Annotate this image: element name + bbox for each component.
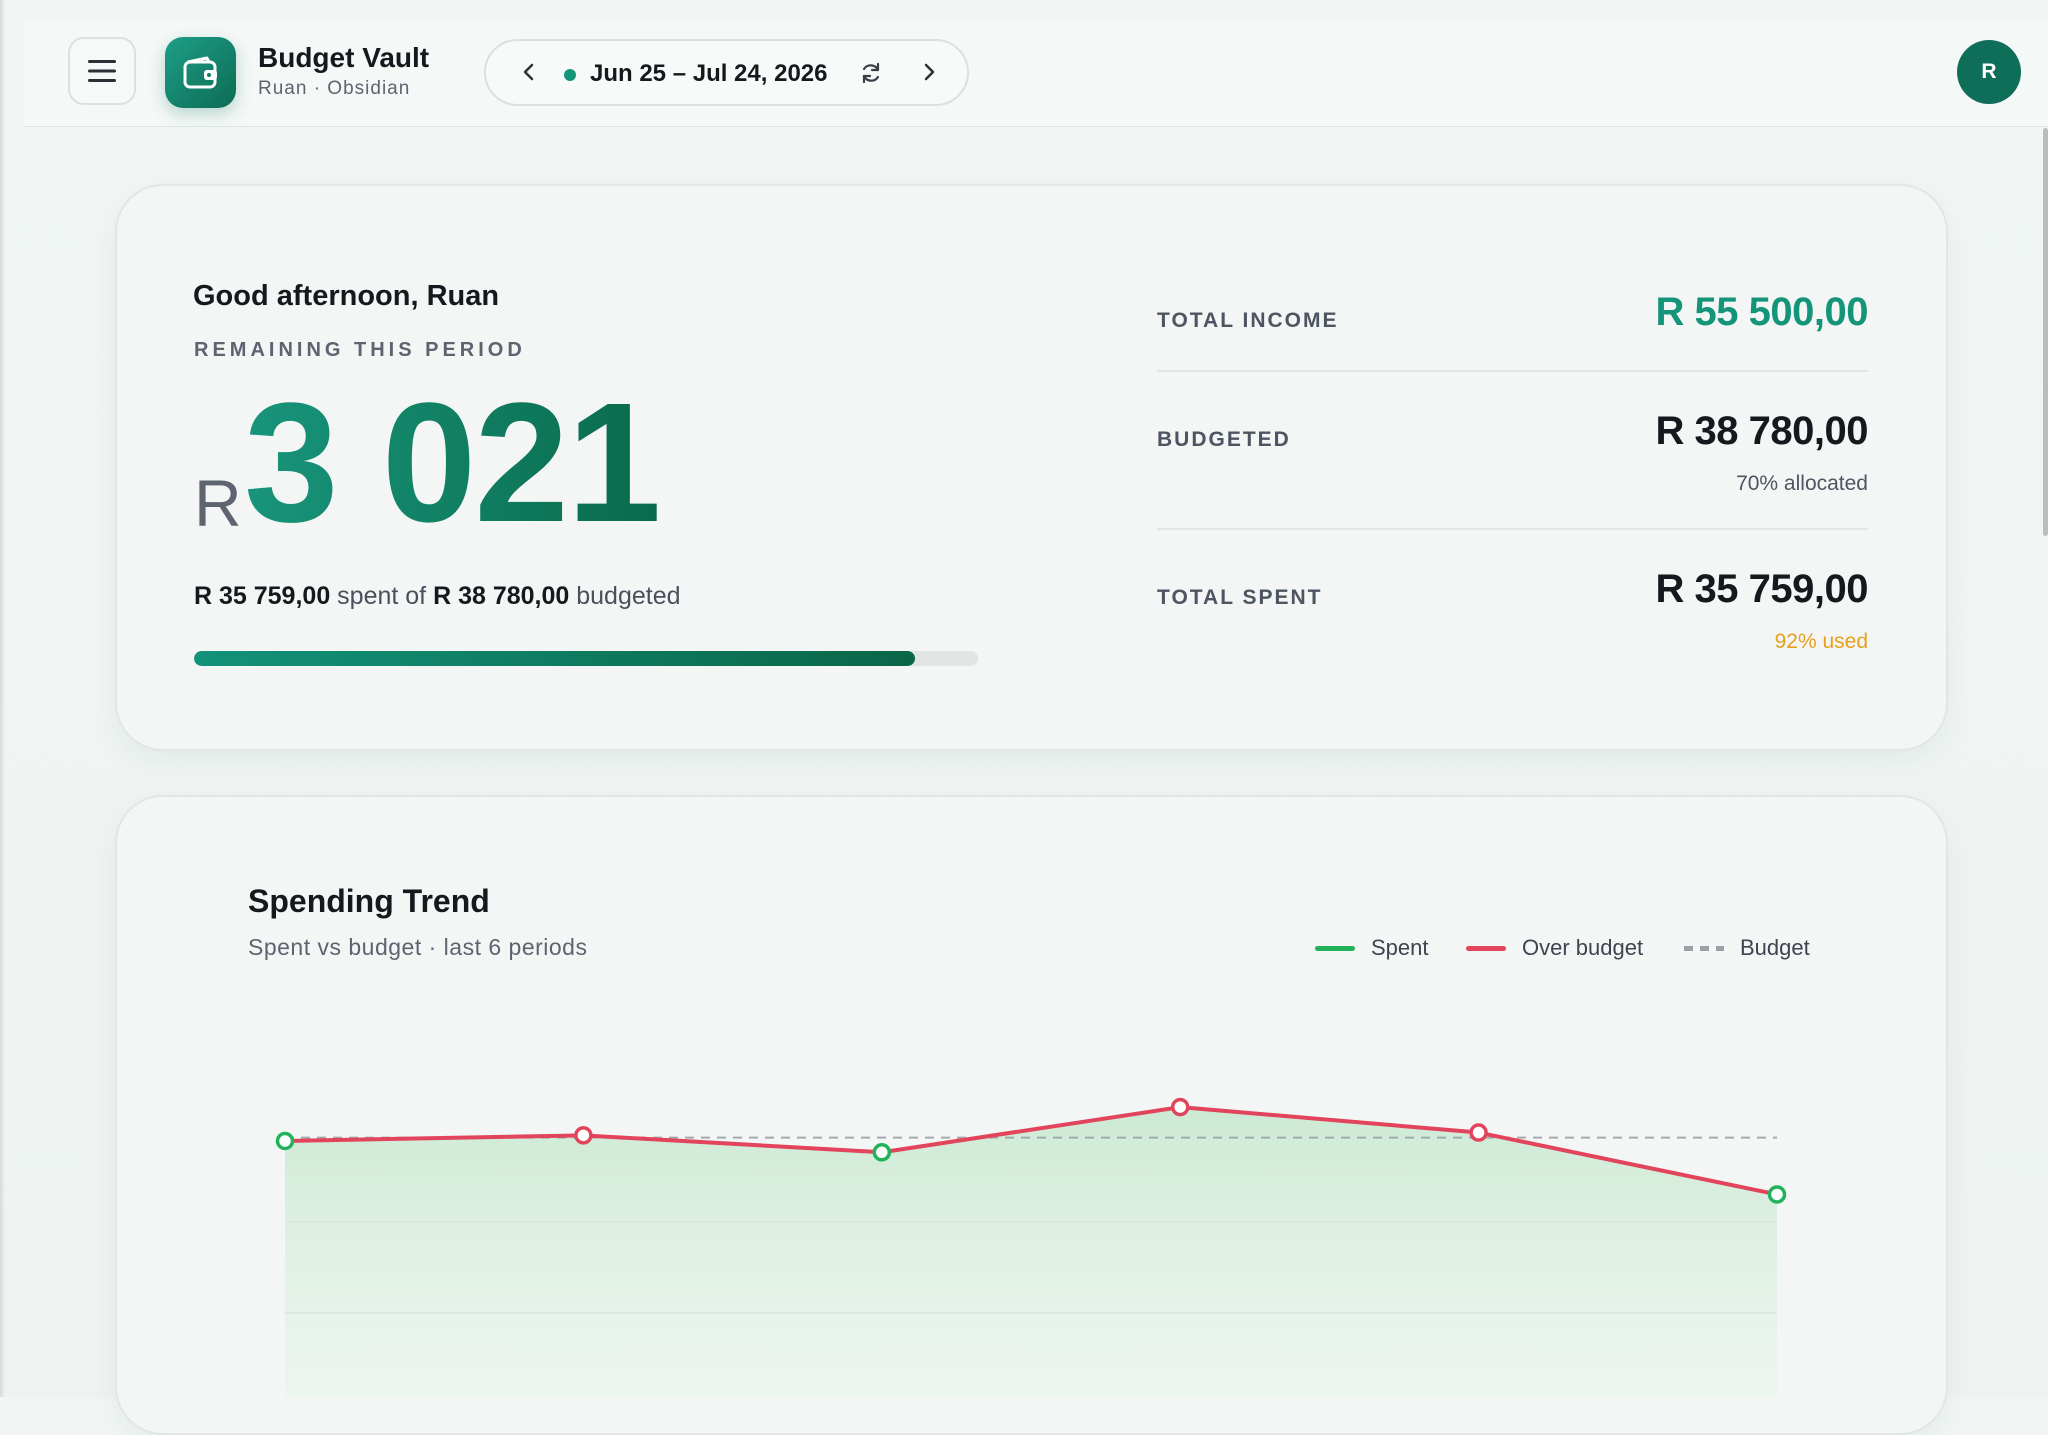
over-budget-point bbox=[1469, 1123, 1488, 1142]
spent-point bbox=[872, 1143, 892, 1162]
spending-trend-chart bbox=[275, 1097, 1787, 1397]
spent-area bbox=[285, 1107, 1777, 1397]
over-budget-point bbox=[1170, 1097, 1190, 1117]
spent-point bbox=[275, 1131, 295, 1151]
over-budget-point bbox=[574, 1126, 593, 1145]
spent-point bbox=[1767, 1185, 1787, 1204]
